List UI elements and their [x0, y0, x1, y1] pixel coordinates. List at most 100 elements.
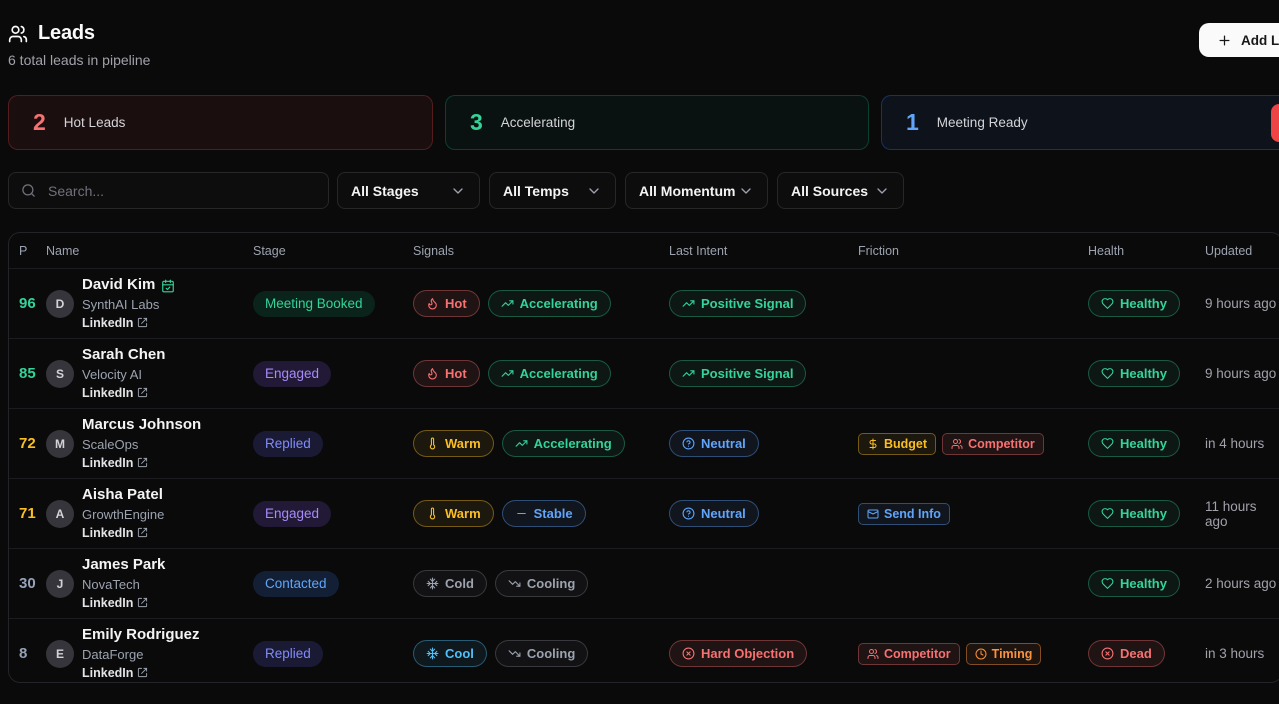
stat-card-hot-leads[interactable]: 2 Hot Leads	[8, 95, 433, 150]
trending-up-icon	[682, 367, 695, 380]
last-intent-badge: Hard Objection	[669, 640, 808, 667]
signal-badge-label: Hot	[445, 296, 467, 311]
stage-badge-label: Contacted	[265, 576, 327, 591]
trending-up-icon	[501, 367, 514, 380]
filter-all-temps[interactable]: All Temps	[489, 172, 616, 209]
table-row[interactable]: 30 J James Park NovaTech LinkedIn Contac…	[9, 548, 1279, 618]
company-name: NovaTech	[82, 576, 140, 592]
stat-value: 1	[906, 109, 919, 135]
chevron-down-icon	[450, 183, 466, 199]
stage-badge: Contacted	[253, 570, 339, 597]
last-intent-badge-label: Positive Signal	[701, 366, 794, 381]
column-header-stage: Stage	[253, 243, 286, 258]
stat-value: 2	[33, 109, 46, 135]
last-intent-badge: Neutral	[669, 430, 759, 457]
chevron-down-icon	[738, 183, 754, 199]
signal-badge: Accelerating	[501, 430, 625, 457]
linkedin-link[interactable]: LinkedIn	[82, 316, 148, 330]
add-lead-label: Add Lead	[1241, 32, 1279, 48]
stage-badge-label: Meeting Booked	[265, 296, 363, 311]
stat-card-accelerating[interactable]: 3 Accelerating	[445, 95, 869, 150]
filter-all-stages[interactable]: All Stages	[337, 172, 480, 209]
last-intent-badge: Positive Signal	[669, 360, 807, 387]
signal-badge: Accelerating	[487, 290, 611, 317]
avatar: M	[46, 429, 74, 458]
priority-score: 72	[19, 435, 36, 452]
health-badge-label: Healthy	[1120, 436, 1167, 451]
linkedin-link[interactable]: LinkedIn	[82, 666, 148, 680]
clock-icon	[975, 648, 987, 660]
stage-badge: Meeting Booked	[253, 290, 375, 317]
signal-badge-label: Cooling	[526, 646, 576, 661]
linkedin-link[interactable]: LinkedIn	[82, 456, 148, 470]
friction-badge-label: Timing	[991, 646, 1033, 661]
table-row[interactable]: 71 A Aisha Patel GrowthEngine LinkedIn E…	[9, 478, 1279, 548]
stage-badge: Engaged	[253, 500, 332, 527]
table-row[interactable]: 96 D David Kim SynthAI Labs LinkedIn Mee…	[9, 268, 1279, 338]
lead-name: James Park	[82, 556, 166, 574]
friction-badge-label: Send Info	[884, 506, 941, 521]
stat-card-meeting-ready[interactable]: 1 Meeting Ready	[881, 95, 1279, 150]
snowflake-icon	[426, 647, 439, 660]
dropdown-label: All Sources	[791, 182, 869, 199]
lead-name: David Kim	[82, 277, 175, 294]
updated-time: in 4 hours	[1205, 436, 1265, 451]
linkedin-link[interactable]: LinkedIn	[82, 386, 148, 400]
calendar-check-icon	[161, 279, 175, 293]
leads-table: P Name Stage Signals Last Intent Frictio…	[8, 232, 1279, 683]
linkedin-link[interactable]: LinkedIn	[82, 526, 148, 540]
stat-label: Meeting Ready	[936, 115, 1028, 130]
health-badge: Healthy	[1088, 290, 1180, 317]
filter-all-sources[interactable]: All Sources	[777, 172, 904, 209]
external-link-icon	[137, 527, 148, 538]
trending-up-icon	[515, 437, 528, 450]
health-badge: Healthy	[1088, 570, 1180, 597]
search-icon	[21, 183, 36, 198]
signal-badge-label: Cooling	[526, 576, 576, 591]
dropdown-label: All Momentum	[639, 182, 736, 199]
help-circle-icon	[682, 507, 695, 520]
external-link-icon	[137, 457, 148, 468]
heart-icon	[1101, 297, 1114, 310]
company-name: GrowthEngine	[82, 506, 165, 522]
last-intent-badge-label: Neutral	[701, 436, 746, 451]
page-header: Leads 6 total leads in pipeline	[8, 22, 150, 68]
updated-time: 2 hours ago	[1205, 576, 1277, 591]
signal-badge-label: Hot	[445, 366, 467, 381]
updated-time: 11 hours ago	[1205, 498, 1257, 529]
users-icon	[8, 24, 28, 44]
search-input[interactable]	[46, 181, 316, 200]
filter-all-momentum[interactable]: All Momentum	[625, 172, 768, 209]
priority-score: 71	[19, 505, 36, 522]
updated-time: 9 hours ago	[1205, 296, 1277, 311]
table-row[interactable]: 8 E Emily Rodriguez DataForge LinkedIn R…	[9, 618, 1279, 682]
company-name: ScaleOps	[82, 436, 139, 452]
table-row[interactable]: 72 M Marcus Johnson ScaleOps LinkedIn Re…	[9, 408, 1279, 478]
table-row[interactable]: 85 S Sarah Chen Velocity AI LinkedIn Eng…	[9, 338, 1279, 408]
lead-name: Aisha Patel	[82, 486, 163, 504]
health-badge-label: Dead	[1120, 646, 1152, 661]
last-intent-badge: Positive Signal	[669, 290, 807, 317]
friction-badge: Timing	[965, 642, 1042, 665]
company-name: Velocity AI	[82, 366, 142, 382]
avatar: E	[46, 639, 74, 668]
column-header-priority: P	[19, 243, 28, 258]
plus-icon	[1217, 33, 1232, 48]
avatar: A	[46, 499, 74, 528]
avatar: D	[46, 289, 74, 318]
stat-card-cutoff[interactable]	[1271, 104, 1279, 142]
stat-label: Hot Leads	[63, 115, 126, 130]
signal-badge: Hot	[413, 290, 480, 317]
thermometer-icon	[426, 507, 439, 520]
stage-badge: Replied	[253, 430, 323, 457]
health-badge-label: Healthy	[1120, 296, 1167, 311]
add-lead-button[interactable]: Add Lead	[1199, 23, 1279, 57]
priority-score: 8	[19, 645, 28, 662]
priority-score: 30	[19, 575, 36, 592]
users-icon	[951, 438, 963, 450]
last-intent-badge-label: Positive Signal	[701, 296, 794, 311]
linkedin-link[interactable]: LinkedIn	[82, 596, 148, 610]
avatar: J	[46, 569, 74, 598]
page-title: Leads	[38, 22, 95, 44]
company-name: DataForge	[82, 646, 144, 662]
